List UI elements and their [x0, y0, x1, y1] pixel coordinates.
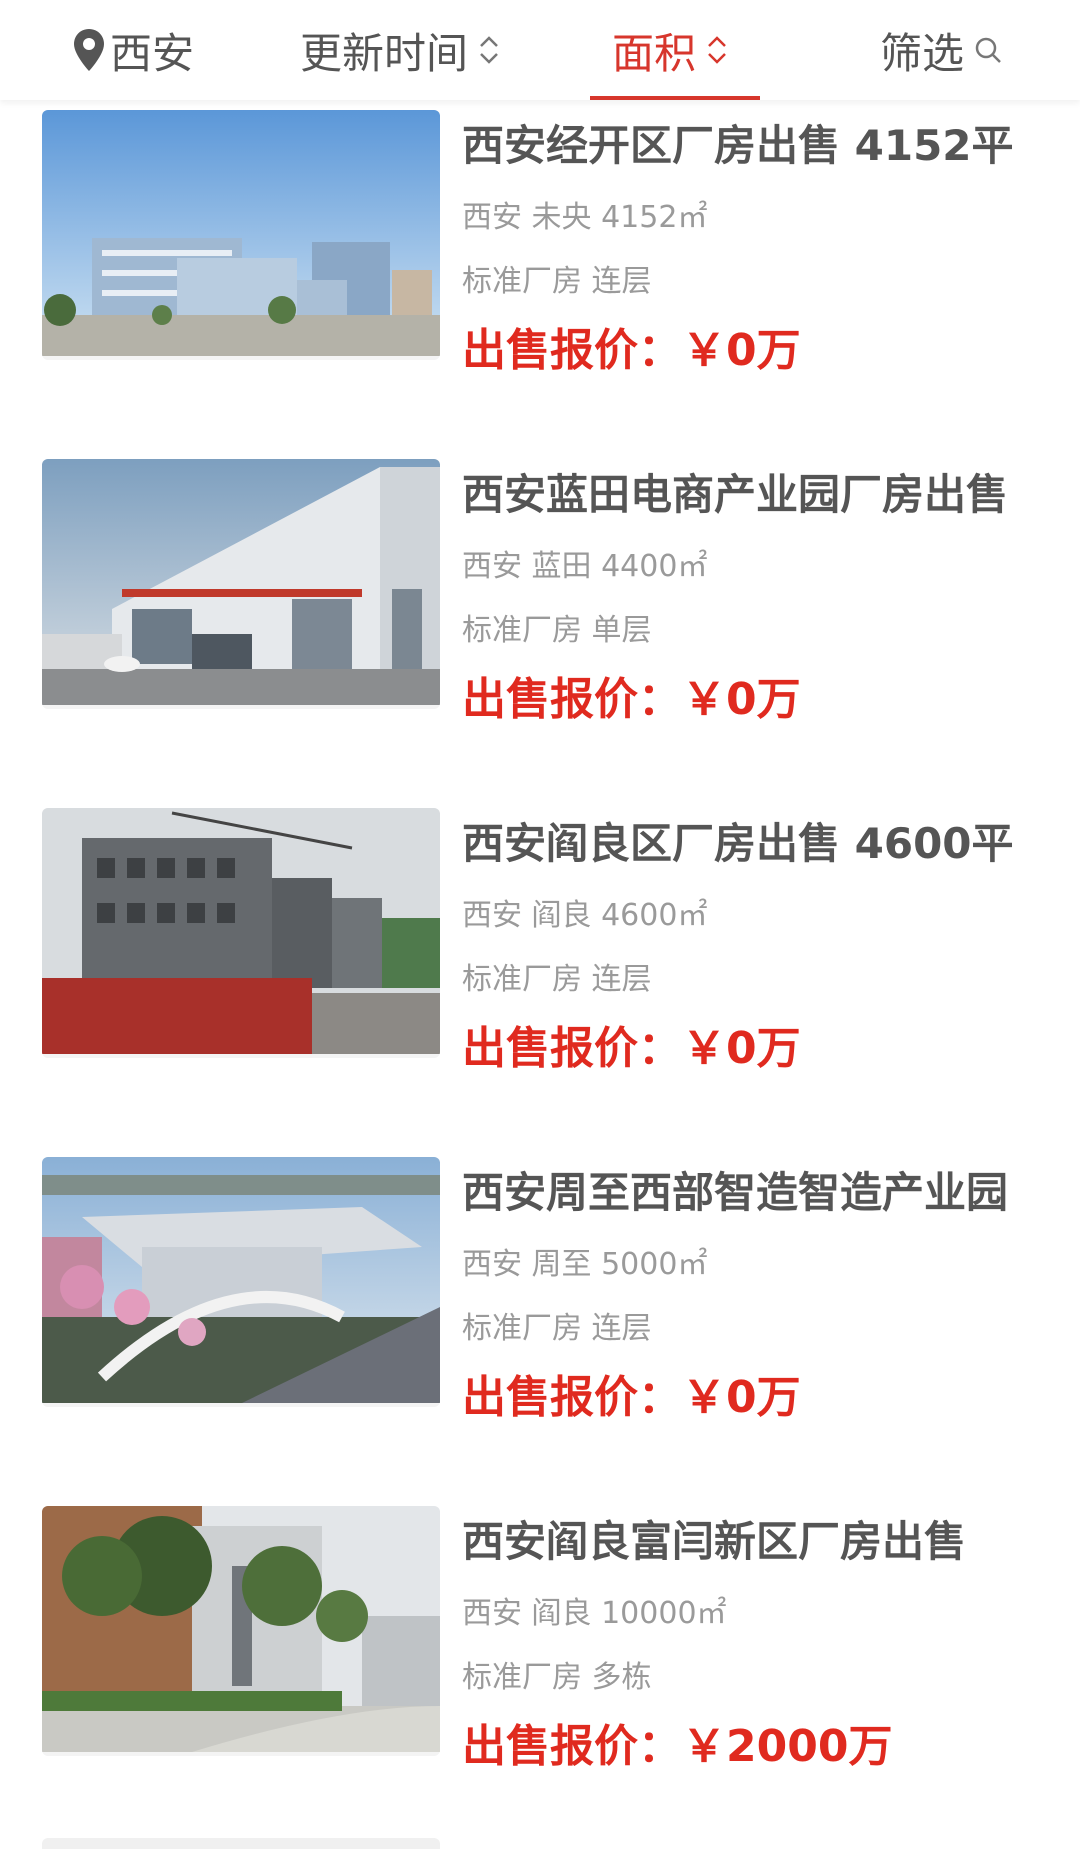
listing-price: 出售报价：￥0万 [462, 1023, 801, 1074]
sort-by-update-time[interactable]: 更新时间 [300, 0, 502, 100]
sort-time-label: 更新时间 [300, 28, 469, 78]
filter-button[interactable]: 筛选 [880, 0, 1002, 100]
listing-tags: 标准厂房 连层 [462, 1311, 652, 1346]
listing-tags: 标准厂房 单层 [462, 613, 652, 648]
listing-price: 出售报价：￥2000万 [462, 1721, 893, 1772]
listing-location-area: 西安 未央 4152㎡ [462, 200, 708, 235]
listing-location-area: 西安 周至 5000㎡ [462, 1247, 708, 1282]
listing-price: 出售报价：￥0万 [462, 325, 801, 376]
listing-location-area: 西安 阎良 4600㎡ [462, 898, 708, 933]
listing-title: 西安蓝田电商产业园厂房出售 [462, 470, 1009, 519]
listing-location-area: 西安 蓝田 4400㎡ [462, 549, 708, 584]
listing-card[interactable]: 西安周至西部智造智造产业园 西安 周至 5000㎡ 标准厂房 连层 出售报价：￥… [42, 1147, 1042, 1423]
listing-title: 西安阎良区厂房出售 4600平 [462, 819, 1014, 868]
sort-chevrons-icon [708, 36, 726, 64]
sort-by-area[interactable]: 面积 [612, 0, 730, 100]
listing-tags: 标准厂房 连层 [462, 264, 652, 299]
filter-label: 筛选 [880, 28, 965, 78]
city-label: 西安 [110, 28, 195, 78]
sort-area-label: 面积 [612, 28, 697, 78]
next-listing-card-partial [42, 1838, 440, 1849]
factory-photo [42, 1506, 440, 1752]
active-tab-indicator [590, 96, 760, 100]
listing-title: 西安经开区厂房出售 4152平 [462, 121, 1014, 170]
factory-photo [42, 110, 440, 356]
listing-photo [42, 808, 440, 1058]
listing-card[interactable]: 西安阎良区厂房出售 4600平 西安 阎良 4600㎡ 标准厂房 连层 出售报价… [42, 798, 1042, 1074]
location-pin-icon [74, 29, 104, 71]
listing-location-area: 西安 阎良 10000㎡ [462, 1596, 727, 1631]
listing-tags: 标准厂房 多栋 [462, 1660, 652, 1695]
factory-photo [42, 808, 440, 1054]
factory-photo [42, 459, 440, 705]
listing-photo [42, 110, 440, 360]
listing-photo [42, 1506, 440, 1756]
listing-price: 出售报价：￥0万 [462, 674, 801, 725]
listing-price: 出售报价：￥0万 [462, 1372, 801, 1423]
listing-tags: 标准厂房 连层 [462, 962, 652, 997]
listing-title: 西安周至西部智造智造产业园 [462, 1168, 1009, 1217]
listing-card[interactable]: 西安经开区厂房出售 4152平 西安 未央 4152㎡ 标准厂房 连层 出售报价… [42, 100, 1042, 376]
city-selector[interactable]: 西安 [72, 0, 194, 100]
listing-card[interactable]: 西安阎良富闫新区厂房出售 西安 阎良 10000㎡ 标准厂房 多栋 出售报价：￥… [42, 1496, 1042, 1772]
sort-chevrons-icon [480, 36, 498, 64]
listing-photo [42, 459, 440, 709]
listing-title: 西安阎良富闫新区厂房出售 [462, 1517, 967, 1566]
listing-card[interactable]: 西安蓝田电商产业园厂房出售 西安 蓝田 4400㎡ 标准厂房 单层 出售报价：￥… [42, 449, 1042, 725]
filter-bar: 西安 更新时间 面积 筛选 [0, 0, 1080, 100]
search-icon [975, 37, 1001, 63]
industrial-park-rendering [42, 1157, 440, 1403]
listing-photo [42, 1157, 440, 1407]
